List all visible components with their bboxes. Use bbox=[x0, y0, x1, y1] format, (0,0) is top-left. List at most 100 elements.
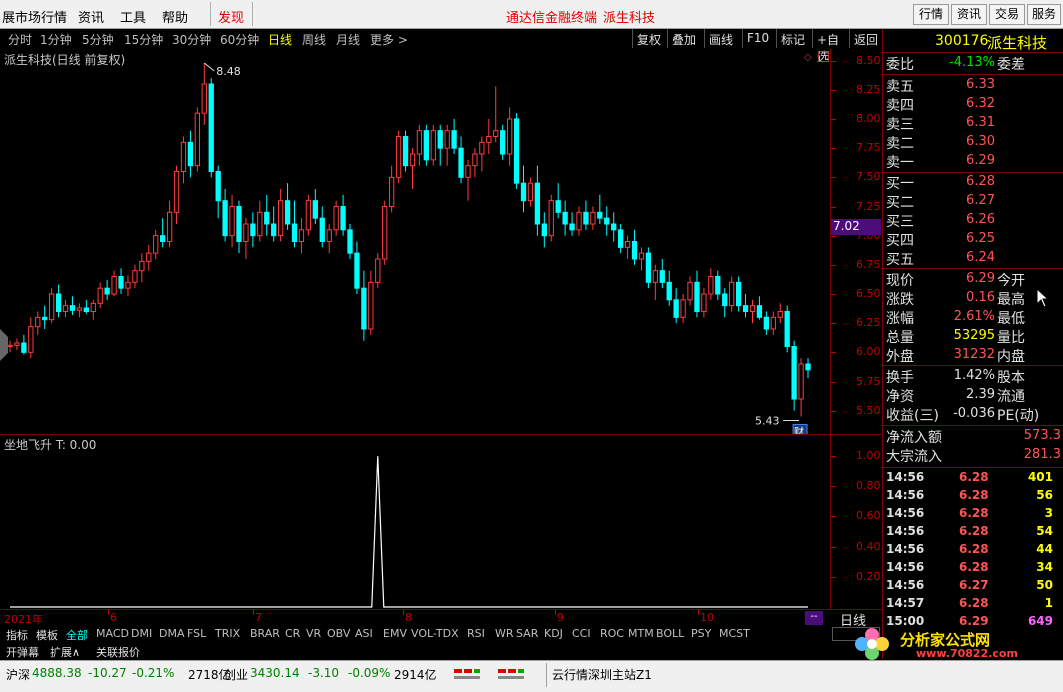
finance-badge-label: 财 bbox=[794, 426, 804, 435]
indicator-chart[interactable] bbox=[0, 435, 830, 609]
danmaku-tab[interactable]: 开弹幕 bbox=[6, 644, 39, 660]
watermark-url: www.70822.com bbox=[916, 647, 1018, 660]
stat-label-2: 今开 bbox=[997, 273, 1025, 289]
mark-button[interactable]: 标记 bbox=[776, 29, 809, 48]
tab-30min[interactable]: 30分钟 bbox=[172, 31, 211, 48]
candle-body bbox=[14, 342, 20, 346]
menu-discover[interactable]: 发现 bbox=[218, 7, 244, 26]
indicator-tab[interactable]: FSL bbox=[187, 627, 206, 640]
menu-news[interactable]: 资讯 bbox=[78, 7, 104, 26]
tab-15min[interactable]: 15分钟 bbox=[124, 31, 163, 48]
tick-price: 6.27 bbox=[959, 578, 989, 592]
expand-tab[interactable]: 扩展∧ bbox=[50, 644, 80, 660]
indicator-tab[interactable]: CCI bbox=[572, 627, 591, 640]
indicator-tabs: 指标 模板 全部 MACD DMI DMA FSL TRIX BRAR CR VR OBV ASI EMV… bbox=[0, 626, 750, 643]
adjust-button[interactable]: 复权 bbox=[632, 29, 665, 48]
indicator-tab[interactable]: TRIX bbox=[215, 627, 240, 640]
menu-market[interactable]: 展市场行情 bbox=[2, 7, 67, 26]
info-button[interactable]: 资讯 bbox=[951, 4, 987, 25]
tab-60min[interactable]: 60分钟 bbox=[220, 31, 259, 48]
indicator-tab[interactable]: 模板 bbox=[36, 627, 58, 643]
tab-weekly[interactable]: 周线 bbox=[302, 31, 326, 48]
book-level-price[interactable]: 6.29 bbox=[939, 153, 995, 168]
candle-body bbox=[472, 153, 478, 167]
scroll-indicator[interactable]: -- bbox=[805, 611, 823, 625]
indicator-tab[interactable]: MACD bbox=[96, 627, 129, 640]
menu-tools[interactable]: 工具 bbox=[120, 7, 146, 26]
price-tick-mark bbox=[831, 381, 836, 383]
price-tick-mark bbox=[831, 410, 836, 412]
candlestick-chart[interactable]: 8.48 5.43 财 bbox=[0, 49, 830, 434]
book-level-price[interactable]: 6.27 bbox=[939, 193, 995, 208]
book-level-label: 卖四 bbox=[886, 98, 914, 114]
indicator-tab[interactable]: SAR bbox=[516, 627, 538, 640]
tab-5min[interactable]: 5分钟 bbox=[82, 31, 114, 48]
indicator-tab[interactable]: DMI bbox=[131, 627, 152, 640]
book-level-price[interactable]: 6.31 bbox=[939, 115, 995, 130]
tab-minute-chart[interactable]: 分时 bbox=[8, 31, 32, 48]
indicator-tab[interactable]: BRAR bbox=[250, 627, 280, 640]
f10-button[interactable]: F10 bbox=[742, 29, 772, 48]
candle-body bbox=[166, 211, 173, 242]
indicator-tab[interactable]: VR bbox=[306, 627, 321, 640]
indicator-tab[interactable]: ASI bbox=[355, 627, 373, 640]
indicator-tab[interactable]: CR bbox=[285, 627, 300, 640]
indicator-tab[interactable]: MTM bbox=[628, 627, 654, 640]
book-level-price[interactable]: 6.28 bbox=[939, 174, 995, 189]
candle-body bbox=[687, 281, 693, 301]
tab-1min[interactable]: 1分钟 bbox=[40, 31, 72, 48]
indicator-tick: 0.80 bbox=[856, 479, 881, 493]
sh-value: 4888.38 bbox=[32, 666, 82, 680]
book-level-price[interactable]: 6.25 bbox=[939, 231, 995, 246]
candle-body bbox=[430, 130, 436, 161]
back-button[interactable]: 返回 bbox=[849, 29, 881, 48]
candle-body bbox=[777, 311, 783, 318]
add-watchlist-button[interactable]: +自选 bbox=[812, 29, 850, 64]
indicator-tab[interactable]: 全部 bbox=[66, 627, 88, 643]
book-level-price[interactable]: 6.33 bbox=[939, 77, 995, 92]
book-level-price[interactable]: 6.32 bbox=[939, 96, 995, 111]
indicator-tab[interactable]: DMA bbox=[159, 627, 185, 640]
indicator-tab[interactable]: MCST bbox=[719, 627, 750, 640]
indicator-tab[interactable]: BOLL bbox=[656, 627, 684, 640]
overlay-button[interactable]: 叠加 bbox=[667, 29, 700, 48]
indicator-tab[interactable]: OBV bbox=[327, 627, 350, 640]
indicator-tab[interactable]: EMV bbox=[383, 627, 407, 640]
price-tick: 6.75 bbox=[856, 257, 881, 271]
tab-daily[interactable]: 日线 bbox=[268, 31, 292, 48]
draw-line-button[interactable]: 画线 bbox=[704, 29, 737, 48]
price-tick: 7.75 bbox=[856, 141, 881, 155]
flow-label: 大宗流入 bbox=[886, 449, 942, 465]
candle-body bbox=[798, 363, 804, 400]
book-level-price[interactable]: 6.30 bbox=[939, 134, 995, 149]
candle-body bbox=[125, 281, 131, 289]
tab-monthly[interactable]: 月线 bbox=[336, 31, 360, 48]
indicator-tab[interactable]: PSY bbox=[691, 627, 711, 640]
server-name[interactable]: 云行情深圳主站Z1 bbox=[552, 666, 652, 683]
indicator-tab[interactable]: 指标 bbox=[6, 627, 28, 643]
candle-body bbox=[395, 136, 402, 178]
trade-button[interactable]: 交易 bbox=[989, 4, 1025, 25]
price-tick-mark bbox=[831, 60, 836, 62]
date-tick-mark bbox=[403, 609, 404, 615]
indicator-tab[interactable]: VOL-TDX bbox=[411, 627, 459, 640]
tick-time: 14:56 bbox=[886, 578, 925, 592]
service-button[interactable]: 服务 bbox=[1027, 4, 1061, 25]
stat-value: 31232 bbox=[953, 347, 995, 362]
candle-body bbox=[243, 223, 249, 242]
book-level-price[interactable]: 6.24 bbox=[939, 250, 995, 265]
indicator-tab[interactable]: RSI bbox=[467, 627, 485, 640]
indicator-tab[interactable]: KDJ bbox=[544, 627, 563, 640]
indicator-tab[interactable]: ROC bbox=[600, 627, 624, 640]
candle-body bbox=[402, 136, 409, 167]
indicator-tick: 0.60 bbox=[856, 509, 881, 523]
tab-more[interactable]: 更多 > bbox=[370, 31, 408, 48]
menu-help[interactable]: 帮助 bbox=[162, 7, 188, 26]
candle-body bbox=[680, 299, 686, 318]
related-quote-tab[interactable]: 关联报价 bbox=[96, 644, 140, 660]
quote-button[interactable]: 行情 bbox=[913, 4, 949, 25]
book-level-price[interactable]: 6.26 bbox=[939, 212, 995, 227]
scroll-left-icon[interactable] bbox=[0, 329, 8, 361]
indicator-tab[interactable]: WR bbox=[495, 627, 514, 640]
candle-body bbox=[42, 316, 48, 321]
